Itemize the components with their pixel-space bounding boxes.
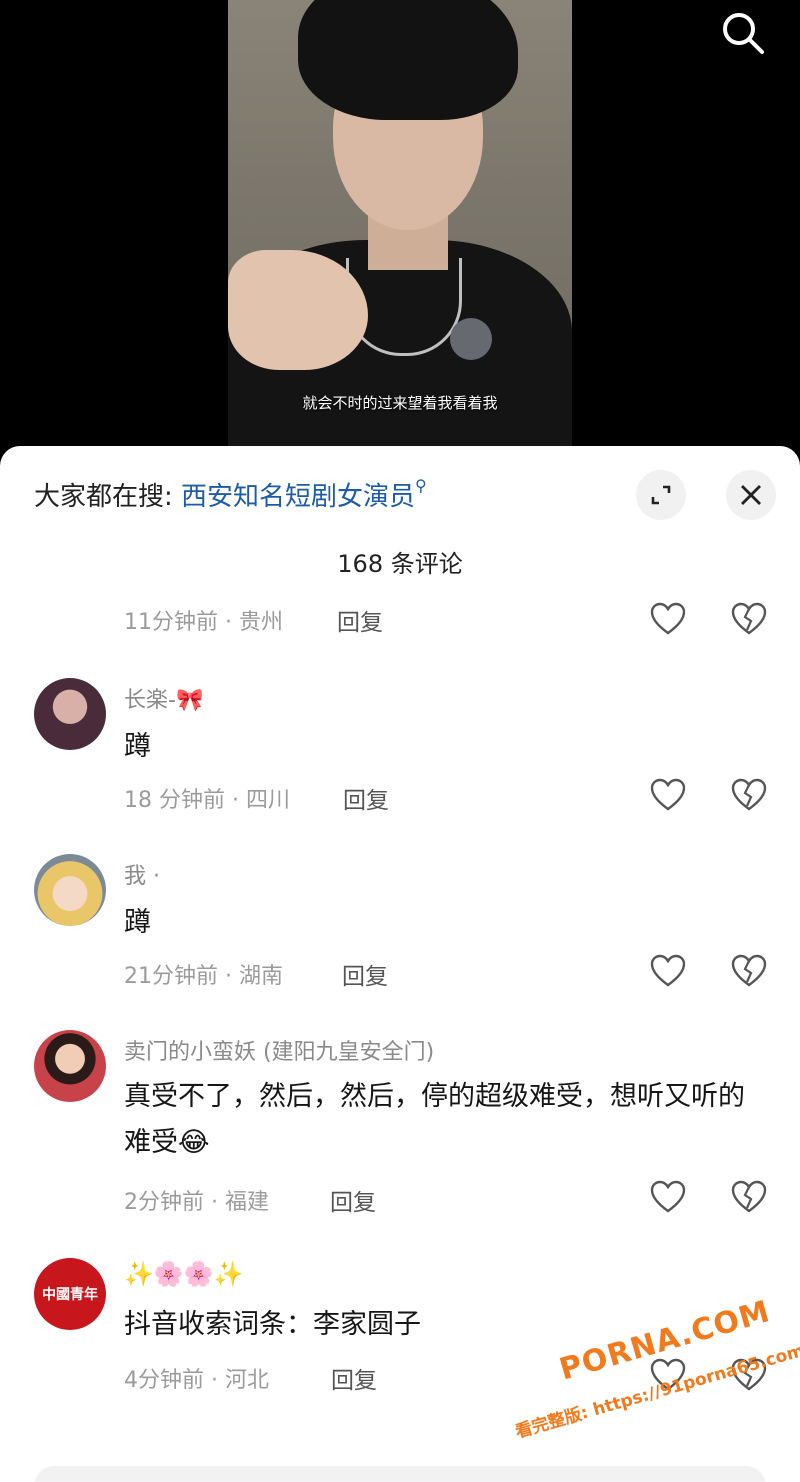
comment-text: 蹲 (124, 731, 151, 762)
video-frame: 就会不时的过来望着我看着我 (228, 0, 572, 460)
broken-heart-icon[interactable] (731, 778, 767, 812)
comment-text: 抖音收索词条：李家圆子 (124, 1309, 421, 1340)
comment-text: 真受不了，然后，然后，停的超级难受，想听又听的难受😂 (124, 1081, 745, 1158)
reply-button[interactable]: 回复 (343, 781, 389, 815)
comment-count: 168 条评论 (337, 550, 463, 578)
hot-search-term[interactable]: 西安知名短剧女演员 (181, 482, 415, 512)
close-icon (741, 485, 761, 505)
person-hair (298, 0, 518, 120)
comment-time-location: 11分钟前 · 贵州 (124, 610, 283, 635)
comment-item: 11分钟前 · 贵州 回复 (0, 596, 800, 646)
expand-icon (651, 485, 671, 505)
video-player[interactable]: 就会不时的过来望着我看着我 (0, 0, 800, 460)
comment-time-location: 21分钟前 · 湖南 (124, 964, 283, 989)
comment-item: 卖门的小蛮妖 (建阳九皇安全门) 真受不了，然后，然后，停的超级难受，想听又听的… (0, 1030, 800, 1230)
heart-icon[interactable] (650, 954, 686, 988)
comment-username[interactable]: 我 · (124, 858, 160, 890)
comment-username[interactable]: ✨🌸🌸✨ (124, 1260, 244, 1288)
heart-icon[interactable] (650, 1180, 686, 1214)
comment-time-location: 18 分钟前 · 四川 (124, 788, 290, 813)
avatar[interactable] (34, 854, 106, 926)
comment-input-bar[interactable] (34, 1466, 766, 1482)
comment-item: 长楽-🎀 蹲 18 分钟前 · 四川 回复 (0, 678, 800, 828)
heart-icon[interactable] (650, 778, 686, 812)
reply-button[interactable]: 回复 (342, 957, 388, 991)
search-button[interactable] (718, 8, 768, 58)
broken-heart-icon[interactable] (731, 1358, 767, 1392)
small-search-icon: ⚲ (415, 476, 427, 495)
avatar[interactable]: 中國青年 (34, 1258, 106, 1330)
broken-heart-icon[interactable] (731, 954, 767, 988)
comment-item: 我 · 蹲 21分钟前 · 湖南 回复 (0, 854, 800, 1004)
comment-username[interactable]: 长楽-🎀 (124, 682, 203, 714)
hot-search-prefix: 大家都在搜: (34, 482, 173, 512)
close-button[interactable] (726, 470, 776, 520)
avatar[interactable] (34, 1030, 106, 1102)
heart-icon[interactable] (650, 1358, 686, 1392)
avatar[interactable] (34, 678, 106, 750)
search-icon (723, 13, 764, 54)
comment-time-location: 4分钟前 · 河北 (124, 1368, 269, 1393)
video-subtitle: 就会不时的过来望着我看着我 (302, 394, 498, 412)
hot-search-link[interactable]: 大家都在搜: 西安知名短剧女演员⚲ (34, 476, 427, 513)
broken-heart-icon[interactable] (731, 1180, 767, 1214)
expand-button[interactable] (636, 470, 686, 520)
comment-panel: 大家都在搜: 西安知名短剧女演员⚲ 168 条评论 11分钟前 · 贵州 回复 (0, 446, 800, 1482)
avatar-logo-text: 中國青年 (42, 1287, 98, 1303)
reply-button[interactable]: 回复 (337, 603, 383, 637)
reply-button[interactable]: 回复 (330, 1183, 376, 1217)
comment-text: 蹲 (124, 907, 151, 938)
lapel-mic (450, 318, 492, 360)
reply-button[interactable]: 回复 (331, 1361, 377, 1395)
comment-username[interactable]: 卖门的小蛮妖 (建阳九皇安全门) (124, 1034, 434, 1066)
broken-heart-icon[interactable] (731, 602, 767, 636)
comment-item: 中國青年 ✨🌸🌸✨ 抖音收索词条：李家圆子 4分钟前 · 河北 回复 (0, 1258, 800, 1408)
heart-icon[interactable] (650, 602, 686, 636)
comment-time-location: 2分钟前 · 福建 (124, 1190, 269, 1215)
comment-panel-header: 大家都在搜: 西安知名短剧女演员⚲ 168 条评论 (0, 446, 800, 578)
